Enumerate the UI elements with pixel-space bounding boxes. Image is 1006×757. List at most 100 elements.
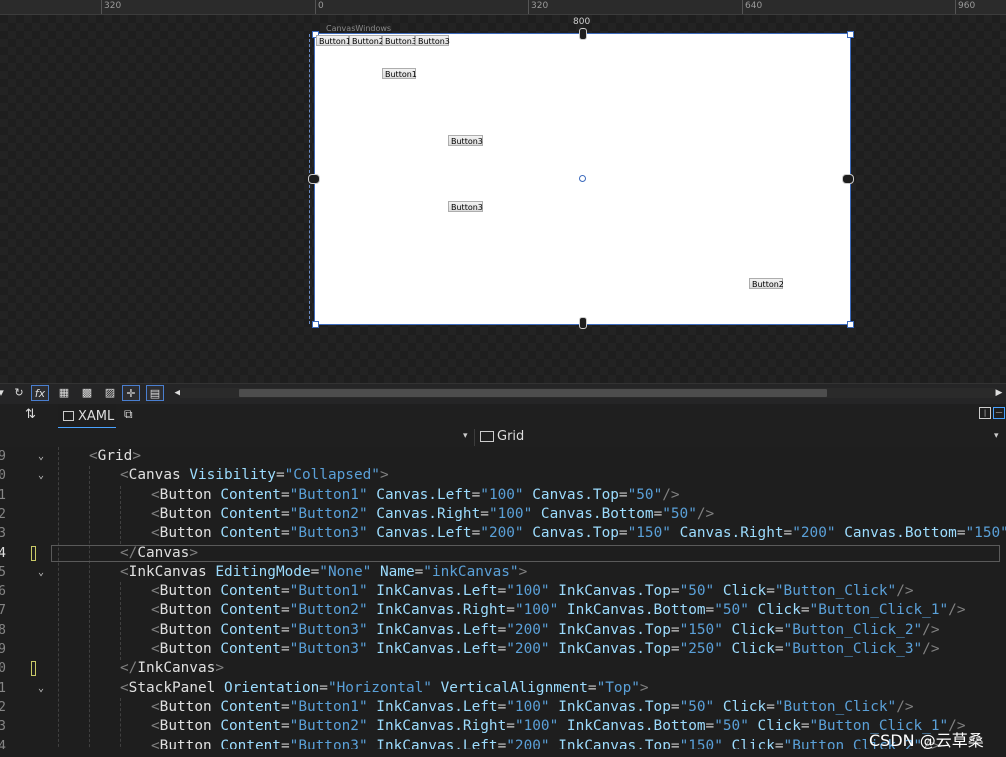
code-line[interactable]: 7 <Button Content="Button2" InkCanvas.Rig… [0,601,1006,620]
code-line[interactable]: 2 <Button Content="Button1" InkCanvas.Lef… [0,698,1006,717]
swap-panes-icon[interactable]: ⇅ [25,407,36,422]
preview-button[interactable]: Button3 [382,35,417,46]
code-token: = [670,698,680,715]
code-token: = [414,563,424,580]
scrollbar-thumb[interactable] [239,389,827,397]
code-text: <Button Content="Button3" InkCanvas.Left… [151,621,940,640]
fold-toggle-icon[interactable]: ⌄ [38,466,44,485]
line-number: 3 [0,719,6,735]
scroll-right-icon[interactable]: ▶ [990,385,1006,401]
preview-button[interactable]: Button1 [316,35,351,46]
split-horizontal-icon[interactable]: — [993,407,1005,419]
anchor-handle-left[interactable] [308,174,320,184]
resize-handle-top-right[interactable] [847,31,854,38]
code-token: "Button2" [289,505,377,522]
code-token: = [670,641,680,657]
code-line[interactable]: 6 <Button Content="Button1" InkCanvas.Lef… [0,582,1006,601]
preview-button[interactable]: Button3 [448,201,483,212]
code-token: /> [696,505,715,522]
code-token: = [319,679,328,696]
preview-button[interactable]: Button1 [382,68,417,79]
code-token: "150" [965,525,1006,542]
code-token: = [280,583,290,600]
anchor-handle-top[interactable] [579,28,587,40]
code-token: "200" [480,525,533,542]
code-token: InkCanvas.Left [376,583,498,600]
code-text: <Button Content="Button2" InkCanvas.Righ… [151,717,966,736]
code-token: "100" [514,602,567,619]
code-line[interactable]: 2 <Button Content="Button2" Canvas.Right=… [0,505,1006,524]
ruler-label: 320 [531,1,549,11]
code-token: "100" [480,486,533,503]
code-line[interactable]: 9 ⌄ <Grid> [0,447,1006,466]
code-token: = [506,718,515,735]
code-token: Click [731,621,775,638]
popout-icon[interactable]: ⧉ [124,407,133,422]
code-token: "50" [714,602,758,619]
code-token: "50" [662,505,697,522]
ruler-label: 960 [958,1,976,11]
code-token: Content [220,583,281,600]
code-token: = [618,525,628,542]
member-dropdown-label[interactable]: Grid [497,429,524,444]
code-token: "Collapsed" [284,467,380,484]
code-token: "inkCanvas" [423,563,519,580]
code-token: < [151,698,160,715]
resize-handle-bottom-right[interactable] [847,321,854,328]
dropdown-arrow-icon[interactable]: ▾ [0,385,10,401]
grid-alt-icon[interactable]: ▩ [78,385,96,401]
checker-icon[interactable]: ▨ [101,385,119,401]
split-vertical-icon[interactable]: | [979,407,991,419]
code-token: = [670,583,680,600]
refresh-icon[interactable]: ↻ [10,385,28,401]
chevron-down-icon[interactable]: ▾ [463,431,468,441]
code-token: = [497,641,507,657]
code-line[interactable]: 3 <Button Content="Button2" InkCanvas.Rig… [0,717,1006,736]
code-token: = [471,486,481,503]
chevron-down-icon[interactable]: ▾ [994,431,999,441]
code-token: Content [220,641,281,657]
snap-icon[interactable]: ✛ [122,385,140,401]
code-line[interactable]: 3 <Button Content="Button3" Canvas.Left="… [0,524,1006,543]
preview-button[interactable]: Button2 [349,35,384,46]
code-token: Click [722,698,767,715]
code-token: "Button3" [289,525,377,542]
code-line[interactable]: 8 <Button Content="Button3" InkCanvas.Lef… [0,621,1006,640]
code-token: > [189,544,198,561]
code-token: Button [159,718,221,735]
code-line[interactable]: 1 <Button Content="Button1" Canvas.Left="… [0,486,1006,505]
code-token: > [379,467,389,484]
code-token: = [280,641,290,657]
fold-toggle-icon[interactable]: ⌄ [38,679,44,698]
code-line[interactable]: 0 </InkCanvas> [0,659,1006,678]
center-handle[interactable] [579,175,586,182]
code-line[interactable]: 9 <Button Content="Button3" InkCanvas.Lef… [0,640,1006,659]
code-token: "150" [627,525,680,542]
preview-button[interactable]: Button3 [415,35,450,46]
fold-toggle-icon[interactable]: ⌄ [38,563,44,582]
preview-button[interactable]: Button2 [749,278,784,289]
code-token: /> [662,486,680,503]
code-token: "50" [627,486,663,503]
code-token: "Button1" [289,486,377,503]
code-line[interactable]: 0 ⌄ <Canvas Visibility="Collapsed"> [0,466,1006,485]
code-token: "Button3" [289,641,377,657]
anchor-handle-bottom[interactable] [579,317,587,329]
type-dropdown[interactable] [0,429,475,446]
code-token: VerticalAlignment [440,679,588,696]
code-line[interactable]: 4 </Canvas> [0,544,1006,563]
code-text: <Button Content="Button2" InkCanvas.Righ… [151,601,966,620]
code-token: < [151,641,160,657]
code-line[interactable]: 5 ⌄ <InkCanvas EditingMode="None" Name="in… [0,563,1006,582]
fx-icon[interactable]: fx [31,385,49,401]
code-token: < [89,448,98,464]
fold-toggle-icon[interactable]: ⌄ [38,447,44,466]
resize-handle-bottom-left[interactable] [312,321,319,328]
anchor-handle-right[interactable] [842,174,854,184]
preview-button[interactable]: Button3 [448,135,483,146]
code-line[interactable]: 1 ⌄ <StackPanel Orientation="Horizontal" V… [0,679,1006,698]
code-token: Click [757,602,801,619]
doc-icon[interactable]: ▤ [146,385,164,401]
code-token: = [280,486,290,503]
grid-icon[interactable]: ▦ [55,385,73,401]
